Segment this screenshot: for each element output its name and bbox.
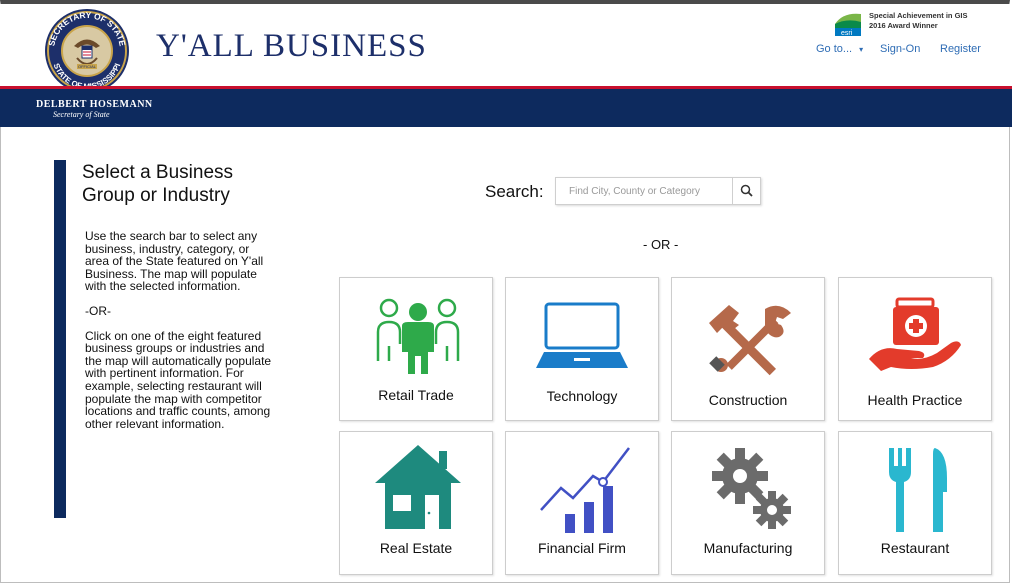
esri-logo-icon: esri <box>835 13 861 36</box>
state-seal-logo[interactable]: OFFICIAL SECRETARY OF STATE STATE OF MIS… <box>44 8 130 94</box>
tile-technology[interactable]: Technology <box>505 277 659 421</box>
tile-label: Restaurant <box>880 540 950 556</box>
tile-label: Retail Trade <box>378 387 454 403</box>
official-role: Secretary of State <box>53 110 110 119</box>
medical-kit-hand-icon <box>869 297 961 371</box>
award-badge: esri Special Achievement in GIS 2016 Awa… <box>833 8 983 36</box>
house-icon <box>375 445 461 529</box>
register-link[interactable]: Register <box>940 43 981 55</box>
search-box <box>555 177 761 205</box>
goto-dropdown[interactable]: Go to... ▾ <box>816 43 863 55</box>
tile-restaurant[interactable]: Restaurant <box>838 431 992 575</box>
sign-on-link[interactable]: Sign-On <box>880 43 920 55</box>
official-name: Delbert Hosemann <box>36 99 153 110</box>
instructions-or: -OR- <box>85 303 111 318</box>
tile-label: Health Practice <box>867 392 963 408</box>
tile-label: Construction <box>708 392 788 408</box>
tile-health-practice[interactable]: Health Practice <box>838 277 992 421</box>
tile-label: Real Estate <box>379 540 453 556</box>
people-group-icon <box>376 298 460 374</box>
tile-label: Manufacturing <box>703 540 793 556</box>
official-block: Delbert Hosemann Secretary of State <box>36 99 153 119</box>
esri-logo-text: esri <box>841 30 853 36</box>
goto-label: Go to... <box>816 43 853 55</box>
award-line-2: 2016 Award Winner <box>869 21 938 30</box>
tile-label: Technology <box>546 388 618 404</box>
search-label: Search: <box>485 182 544 201</box>
laptop-icon <box>536 302 628 368</box>
seal-center-text: OFFICIAL <box>78 64 97 69</box>
caret-down-icon: ▾ <box>859 45 864 54</box>
gears-icon <box>712 448 791 529</box>
instructions-paragraph-2: Click on one of the eight featured busin… <box>85 328 272 431</box>
growth-chart-icon <box>540 447 630 533</box>
tile-real-estate[interactable]: Real Estate <box>339 431 493 575</box>
tile-label: Financial Firm <box>538 540 626 556</box>
tile-retail-trade[interactable]: Retail Trade <box>339 277 493 421</box>
instructions-paragraph-1: Use the search bar to select any busines… <box>85 229 264 294</box>
search-icon <box>740 184 753 197</box>
sidebar-accent-bar <box>54 160 66 518</box>
tile-financial-firm[interactable]: Financial Firm <box>505 431 659 575</box>
or-separator: - OR - <box>643 237 679 252</box>
search-input[interactable] <box>556 178 731 204</box>
site-title[interactable]: Y'ALL BUSINESS <box>156 28 427 65</box>
fork-knife-icon <box>889 448 947 532</box>
sidebar-title: Select a Business Group or Industry <box>82 162 234 206</box>
search-button[interactable] <box>732 178 760 204</box>
sidebar-instructions: Use the search bar to select any busines… <box>85 230 275 442</box>
award-line-1: Special Achievement in GIS <box>869 11 968 20</box>
tile-construction[interactable]: Construction <box>671 277 825 421</box>
hammer-wrench-icon <box>709 305 791 376</box>
tile-manufacturing[interactable]: Manufacturing <box>671 431 825 575</box>
